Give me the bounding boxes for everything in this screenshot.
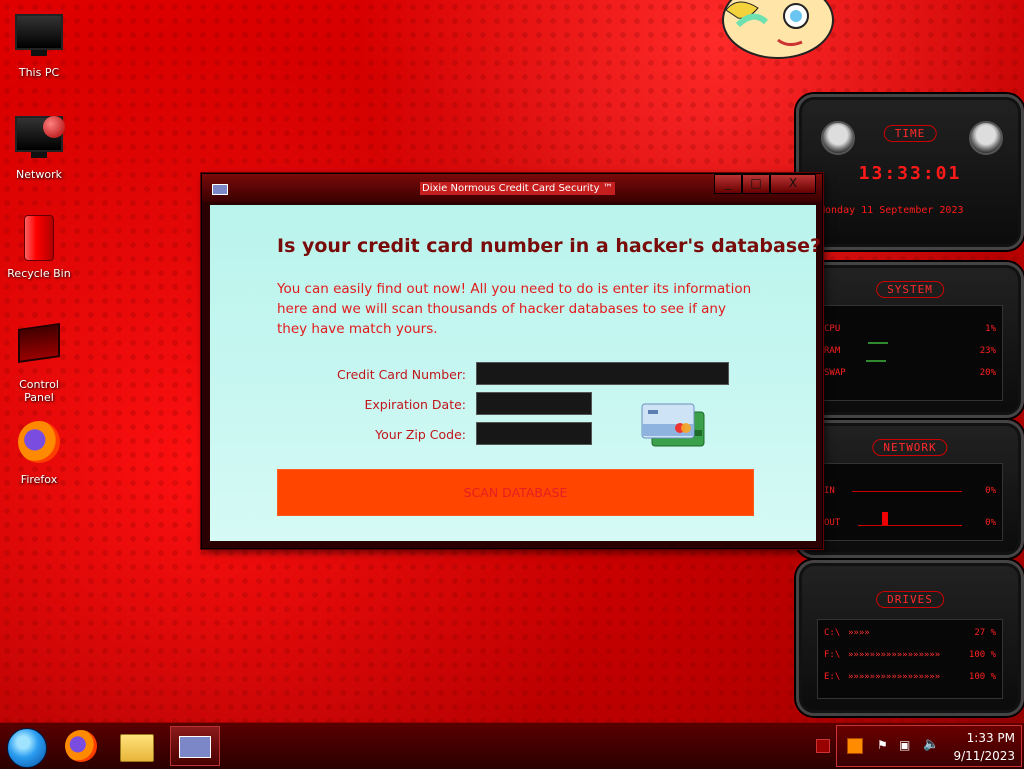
credit-card-security-window[interactable]: Dixie Normous Credit Card Security ™ _ □…: [201, 173, 823, 549]
network-tray-icon[interactable]: ▣: [899, 738, 910, 752]
swap-value: 20%: [979, 368, 996, 378]
ram-label: RAM: [824, 346, 841, 356]
drives-gadget[interactable]: DRIVES C:\ »»»» 27 % F:\ »»»»»»»»»»»»»»»…: [796, 560, 1024, 716]
credit-card-icon: [179, 736, 211, 758]
swap-label: SWAP: [824, 368, 846, 378]
desktop-icon-label: Control Panel: [19, 378, 59, 404]
headline: Is your credit card number in a hacker's…: [277, 235, 822, 257]
start-button[interactable]: [7, 728, 47, 768]
folder-icon: [120, 734, 154, 762]
card-number-input[interactable]: [477, 363, 728, 385]
gadget-title: DRIVES: [876, 591, 944, 608]
expiration-date-input[interactable]: [477, 393, 591, 415]
desktop-icon-network[interactable]: Network: [4, 110, 74, 181]
network-in-graph: [852, 491, 962, 492]
taskbar-credit-card-app[interactable]: [170, 726, 220, 766]
network-out-value: 0%: [985, 518, 996, 528]
gadget-title: SYSTEM: [876, 281, 944, 298]
cpu-label: CPU: [824, 324, 841, 334]
gadget-title: TIME: [883, 125, 937, 142]
credit-card-icon: [212, 184, 228, 195]
description-text: You can easily find out now! All you nee…: [277, 281, 752, 337]
zip-code-input[interactable]: [477, 423, 591, 445]
credit-cards-icon: [640, 402, 706, 450]
card-number-label: Credit Card Number:: [337, 367, 466, 382]
desktop-icon-label: Recycle Bin: [7, 267, 71, 280]
gadget-clock: 13:33:01: [858, 163, 962, 184]
cpu-value: 1%: [985, 324, 996, 334]
volume-icon[interactable]: 🔈: [923, 737, 939, 752]
firefox-icon: [65, 730, 97, 762]
swap-graph-line: [866, 360, 886, 362]
drive-label: F:\: [824, 650, 841, 660]
network-icon: [15, 116, 65, 164]
window-title: Dixie Normous Credit Card Security ™: [420, 182, 615, 195]
close-button[interactable]: X: [770, 174, 816, 194]
desktop-icon-label: Firefox: [20, 473, 58, 486]
app-tray-icon[interactable]: [847, 738, 863, 754]
network-out-graph: [858, 525, 962, 526]
alien-head-icon: [969, 121, 1003, 155]
zip-code-field[interactable]: [476, 422, 592, 445]
desktop-icon-firefox[interactable]: Firefox: [4, 419, 74, 486]
drives-screen: C:\ »»»» 27 % F:\ »»»»»»»»»»»»»»»»» 100 …: [817, 619, 1003, 699]
window-content: Is your credit card number in a hacker's…: [210, 205, 821, 541]
show-hidden-icons-button[interactable]: [816, 739, 830, 753]
desktop-icon-label: This PC: [18, 66, 60, 79]
zip-code-label: Your Zip Code:: [375, 427, 466, 442]
ram-value: 23%: [979, 346, 996, 356]
alien-head-icon: [821, 121, 855, 155]
network-out-label: OUT: [824, 518, 841, 528]
system-monitor-screen: CPU 1% RAM 23% SWAP 20%: [817, 305, 1003, 401]
card-number-field[interactable]: [476, 362, 729, 385]
desktop-icon-this-pc[interactable]: This PC: [4, 8, 74, 79]
network-in-value: 0%: [985, 486, 996, 496]
network-monitor-screen: IN 0% OUT 0%: [817, 463, 1003, 541]
ram-graph-line: [868, 342, 888, 344]
desktop-icon-label: Network: [16, 168, 62, 181]
taskbar: ⚑ ▣ 🔈 1:33 PM 9/11/2023: [0, 722, 1024, 769]
gadget-date: Monday 11 September 2023: [819, 205, 964, 216]
firefox-icon: [15, 421, 63, 469]
drive-label: E:\: [824, 672, 841, 682]
tray-date: 9/11/2023: [953, 749, 1015, 763]
control-panel-icon: [15, 323, 63, 374]
window-titlebar[interactable]: Dixie Normous Credit Card Security ™ _ □…: [202, 174, 822, 202]
minimize-button[interactable]: _: [714, 174, 742, 194]
system-gadget[interactable]: SYSTEM CPU 1% RAM 23% SWAP 20%: [796, 262, 1024, 418]
scan-database-button[interactable]: SCAN DATABASE: [277, 469, 754, 516]
recycle-bin-icon: [15, 215, 63, 263]
desktop-icon-control-panel[interactable]: Control Panel: [4, 316, 74, 404]
gadget-title: NETWORK: [872, 439, 948, 456]
time-gadget[interactable]: TIME 13:33:01 Monday 11 September 2023: [796, 94, 1024, 250]
expiration-date-label: Expiration Date:: [364, 397, 466, 412]
drive-label: C:\: [824, 628, 841, 638]
network-in-label: IN: [824, 486, 835, 496]
monitor-icon: [15, 14, 63, 62]
desktop-icon-recycle-bin[interactable]: Recycle Bin: [4, 213, 74, 280]
drive-value: 27 %: [974, 628, 996, 638]
flag-icon[interactable]: ⚑: [877, 738, 889, 752]
drive-value: 100 %: [968, 672, 996, 682]
cartoon-sticker-image: [718, 0, 838, 60]
tray-time: 1:33 PM: [966, 731, 1015, 745]
network-out-spike: [882, 512, 888, 526]
maximize-button[interactable]: □: [742, 174, 770, 194]
taskbar-firefox[interactable]: [56, 726, 106, 766]
network-gadget[interactable]: NETWORK IN 0% OUT 0%: [796, 420, 1024, 558]
system-tray: ⚑ ▣ 🔈 1:33 PM 9/11/2023: [836, 725, 1022, 767]
drive-value: 100 %: [968, 650, 996, 660]
expiration-date-field[interactable]: [476, 392, 592, 415]
taskbar-file-explorer[interactable]: [112, 726, 162, 766]
tray-clock[interactable]: 1:33 PM 9/11/2023: [953, 729, 1015, 765]
